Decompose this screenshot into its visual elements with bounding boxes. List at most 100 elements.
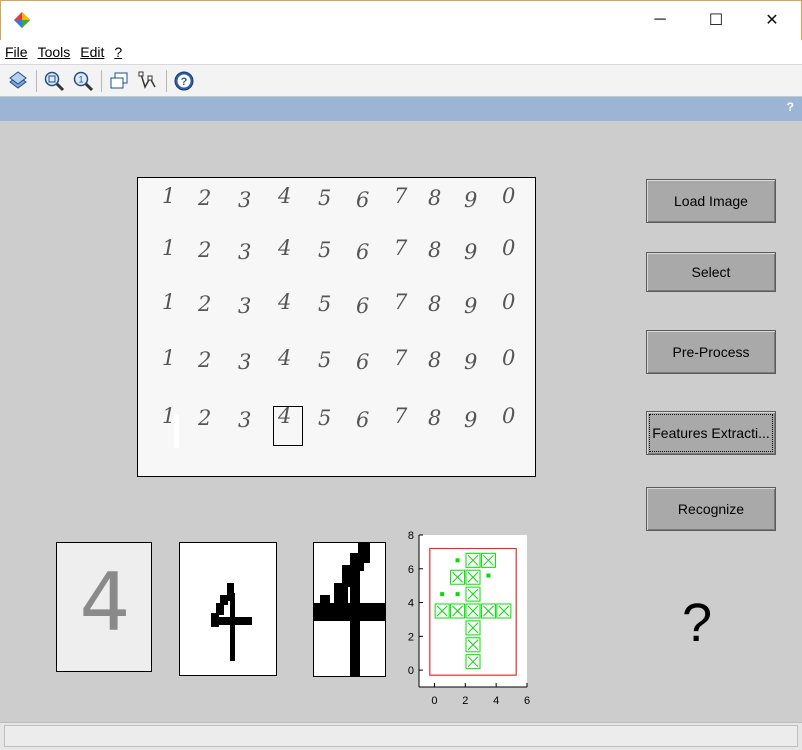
- image-digit: 5: [318, 406, 332, 430]
- zoom-in-button[interactable]: [41, 68, 67, 94]
- svg-text:?: ?: [181, 76, 188, 88]
- zoom-reset-button[interactable]: 1: [70, 68, 96, 94]
- image-digit: 5: [318, 348, 332, 372]
- image-digit: 7: [394, 236, 408, 260]
- chart-point-small: [455, 592, 460, 597]
- image-digit: 4: [278, 346, 292, 370]
- binary-preview: [179, 542, 277, 676]
- image-digit: 1: [162, 346, 176, 370]
- image-digit: 2: [198, 406, 212, 430]
- grayscale-preview: 4: [56, 542, 152, 672]
- image-digit: 2: [198, 238, 212, 262]
- binary-digit: [211, 583, 252, 661]
- image-digit: 3: [238, 294, 252, 318]
- image-digit: 0: [502, 184, 516, 208]
- image-digit: 8: [428, 186, 442, 210]
- rotate-button[interactable]: [5, 68, 31, 94]
- image-digit: 4: [278, 290, 292, 314]
- menu-file[interactable]: File: [5, 44, 28, 60]
- image-digit: 9: [464, 350, 478, 374]
- chart-y-tick-label: 0: [408, 665, 414, 677]
- image-digit: 9: [464, 408, 478, 432]
- windows-button[interactable]: [106, 68, 132, 94]
- image-digit: 8: [428, 406, 442, 430]
- image-digit: 6: [356, 350, 370, 374]
- image-digit: 5: [318, 292, 332, 316]
- image-digit: 5: [318, 238, 332, 262]
- chart-x-tick-label: 2: [462, 695, 468, 707]
- menu-tools[interactable]: Tools: [38, 44, 71, 60]
- features-extraction-button[interactable]: Features Extracti...: [646, 411, 776, 455]
- image-digit: 7: [394, 290, 408, 314]
- image-digit: 0: [502, 236, 516, 260]
- status-bar: [0, 722, 802, 750]
- info-bar: ?: [0, 97, 802, 121]
- image-digit: 0: [502, 346, 516, 370]
- chart-x-tick-label: 0: [431, 695, 437, 707]
- chart-point-small: [455, 558, 460, 563]
- menu-bar: File Tools Edit ?: [0, 40, 802, 64]
- image-digit: 3: [238, 240, 252, 264]
- image-digit: 3: [238, 408, 252, 432]
- image-digit: 7: [394, 184, 408, 208]
- image-digit: 3: [238, 188, 252, 212]
- loaded-image[interactable]: 1234567890123456789012345678901234567890…: [137, 177, 536, 477]
- svg-text:1: 1: [78, 74, 83, 84]
- chart-y-tick-label: 6: [408, 564, 414, 576]
- image-digit: 9: [464, 240, 478, 264]
- menu-edit[interactable]: Edit: [80, 44, 104, 60]
- image-digit: 3: [238, 350, 252, 374]
- chart-y-tick-label: 8: [408, 530, 414, 542]
- help-icon: ?: [174, 71, 194, 90]
- image-digit: 9: [464, 188, 478, 212]
- title-bar: ─ ☐ ✕: [0, 0, 802, 40]
- cropped-digit: [314, 543, 385, 676]
- minimize-button[interactable]: ─: [637, 1, 683, 39]
- toolbar-separator: [101, 69, 102, 92]
- image-digit: 7: [394, 346, 408, 370]
- info-bar-help-icon[interactable]: ?: [787, 100, 794, 114]
- chart-x-tick-label: 4: [493, 695, 499, 707]
- image-digit: 1: [162, 184, 176, 208]
- zoom-in-icon: [44, 71, 65, 91]
- chart-x-tick-label: 6: [524, 695, 530, 707]
- help-button[interactable]: ?: [171, 68, 197, 94]
- image-digit: 6: [356, 188, 370, 212]
- recognize-button[interactable]: Recognize: [646, 487, 776, 531]
- menu-help[interactable]: ?: [114, 44, 122, 60]
- load-image-button[interactable]: Load Image: [646, 179, 776, 223]
- image-digit: 4: [278, 184, 292, 208]
- image-digit: 8: [428, 348, 442, 372]
- windows-icon: [110, 72, 128, 88]
- chart-point-small: [440, 592, 445, 597]
- zoom-reset-icon: 1: [73, 71, 94, 91]
- image-digit: 0: [502, 404, 516, 428]
- image-digit: 2: [198, 348, 212, 372]
- close-button[interactable]: ✕: [749, 1, 795, 39]
- rotate-icon: [9, 70, 27, 89]
- maximize-button[interactable]: ☐: [693, 1, 739, 39]
- grayscale-digit: 4: [79, 556, 131, 649]
- feature-chart: 0 2 4 6 8 0 2 4 6: [408, 530, 530, 707]
- cropped-preview: [313, 542, 386, 677]
- image-digit: 6: [356, 240, 370, 264]
- recognition-result: ?: [682, 593, 713, 653]
- pre-process-button[interactable]: Pre-Process: [646, 330, 776, 374]
- image-digit: 1: [162, 236, 176, 260]
- image-digit: 8: [428, 238, 442, 262]
- image-digit: 0: [502, 290, 516, 314]
- image-digit: 4: [278, 236, 292, 260]
- image-digit: 8: [428, 292, 442, 316]
- selection-box[interactable]: [273, 406, 303, 446]
- select-button[interactable]: Select: [646, 252, 776, 292]
- toolbar-separator: [36, 69, 37, 92]
- app-icon: [14, 12, 30, 28]
- image-artifact: [174, 414, 179, 448]
- datatips-icon: [138, 71, 156, 89]
- status-field: [4, 725, 798, 747]
- datatips-button[interactable]: [135, 68, 161, 94]
- image-digit: 2: [198, 186, 212, 210]
- chart-y-tick-label: 4: [408, 598, 414, 610]
- image-digit: 2: [198, 292, 212, 316]
- image-digit: 7: [394, 404, 408, 428]
